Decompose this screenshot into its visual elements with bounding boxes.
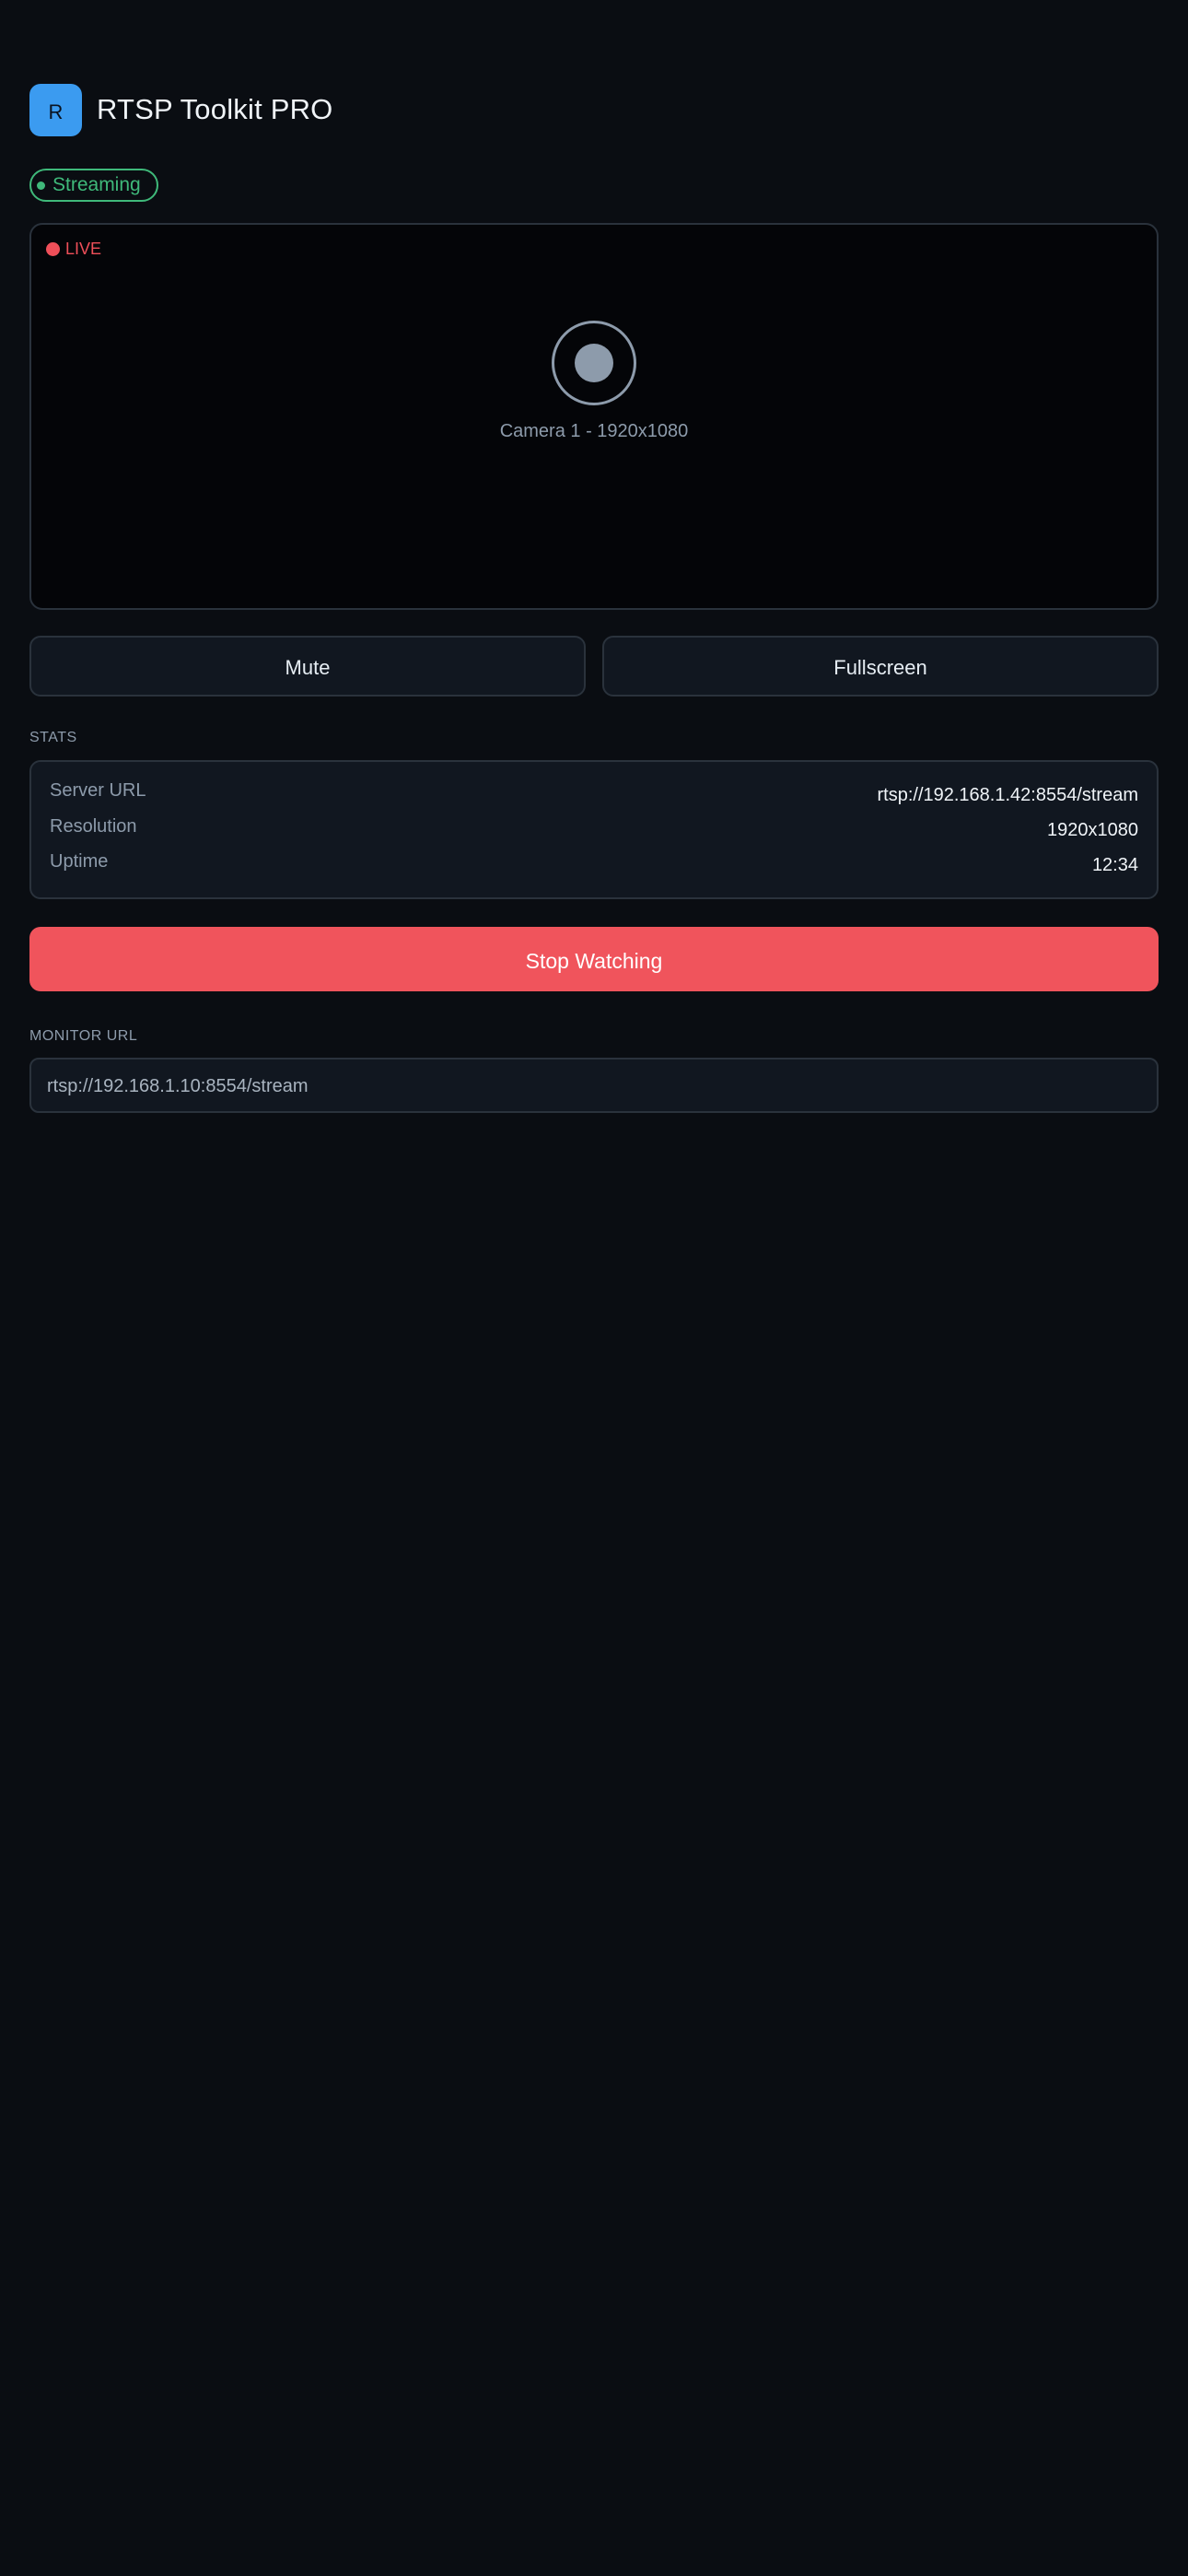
live-indicator: LIVE xyxy=(46,240,101,259)
video-player[interactable]: LIVE Camera 1 - 1920x1080 xyxy=(29,223,1159,610)
stats-section-label: STATS xyxy=(29,730,77,745)
app-header: R RTSP Toolkit PRO xyxy=(29,83,332,136)
stat-value-resolution: 1920x1080 xyxy=(1047,820,1138,840)
status-dot-icon xyxy=(37,181,45,190)
live-dot-icon xyxy=(46,242,60,256)
monitor-url-section-label: MONITOR URL xyxy=(29,1028,138,1044)
monitor-url-input[interactable]: rtsp://192.168.1.10:8554/stream xyxy=(29,1058,1159,1113)
mute-button[interactable]: Mute xyxy=(29,636,586,697)
stop-watching-button[interactable]: Stop Watching xyxy=(29,927,1159,991)
stats-card: Server URL rtsp://192.168.1.42:8554/stre… xyxy=(29,760,1159,899)
stat-label-uptime: Uptime xyxy=(50,851,109,872)
stat-label-resolution: Resolution xyxy=(50,816,137,837)
player-controls: Mute Fullscreen xyxy=(29,636,1159,697)
camera-placeholder-icon xyxy=(552,321,636,405)
stat-value-server-url: rtsp://192.168.1.42:8554/stream xyxy=(877,785,1138,805)
status-label: Streaming xyxy=(52,174,141,195)
app-logo-icon: R xyxy=(29,83,82,136)
app-title: RTSP Toolkit PRO xyxy=(97,93,333,125)
camera-caption: Camera 1 - 1920x1080 xyxy=(499,421,689,441)
live-label: LIVE xyxy=(65,240,102,258)
fullscreen-button[interactable]: Fullscreen xyxy=(602,636,1159,697)
camera-lens-icon xyxy=(575,344,613,382)
stat-value-uptime: 12:34 xyxy=(1091,855,1138,875)
stat-label-server-url: Server URL xyxy=(50,780,146,801)
status-badge: Streaming xyxy=(29,169,158,202)
